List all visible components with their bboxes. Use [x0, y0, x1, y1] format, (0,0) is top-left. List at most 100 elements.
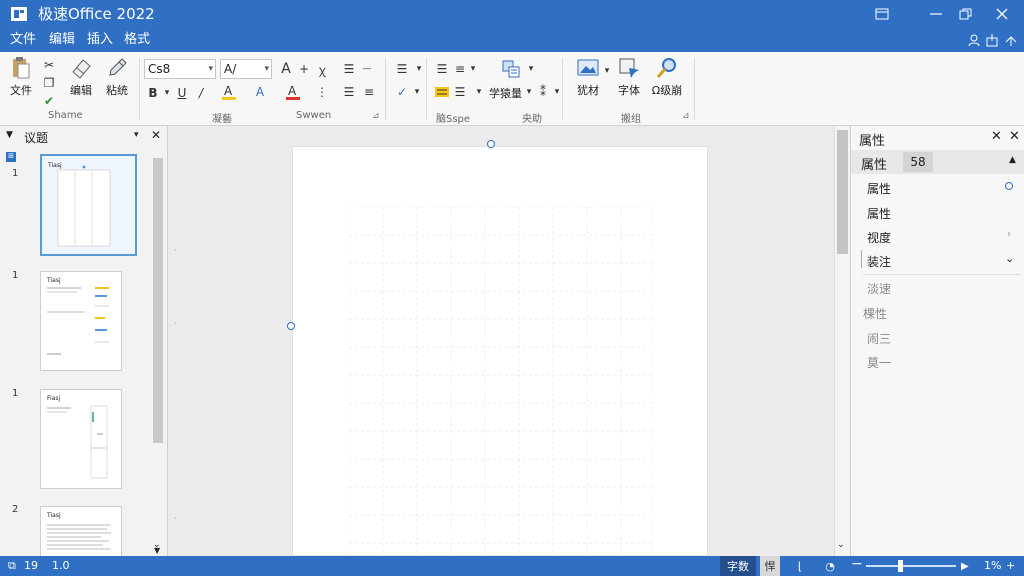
property-row[interactable]: 视度 [867, 229, 891, 246]
comment-button[interactable] [1002, 31, 1020, 49]
highlight-button[interactable]: A [220, 83, 238, 101]
zoom-in-icon[interactable]: ▶ [961, 560, 969, 574]
replace-icon: ⁑ [540, 85, 546, 99]
collapse-ribbon-icon [1005, 36, 1017, 46]
share-icon [986, 34, 998, 47]
word-count: 1.0 [52, 559, 70, 572]
property-row-disabled: 莫一 [867, 356, 892, 370]
arrange-label[interactable]: 学猿量 [489, 85, 522, 101]
font-color-button[interactable]: A [284, 83, 302, 101]
shape-outline-dropdown[interactable]: ▾ [470, 83, 488, 101]
italic-button[interactable]: / [192, 84, 210, 102]
web-layout-button[interactable]: ◔ [820, 556, 840, 576]
cut-button[interactable]: ✂ [40, 56, 58, 74]
shape-outline-button[interactable]: ☰ [451, 83, 469, 101]
close-button[interactable] [980, 0, 1024, 28]
left-resize-handle[interactable] [287, 322, 295, 330]
font-button[interactable]: 字体 [614, 56, 644, 108]
font-name-select[interactable]: Cs8 ▾ [144, 59, 216, 79]
menu-insert[interactable]: 插入 [85, 31, 115, 49]
scrollbar-thumb[interactable] [837, 130, 848, 254]
left-panel-scrollbar[interactable]: ▼ [152, 148, 164, 556]
clear-format-button[interactable]: ⋮ [313, 83, 331, 101]
document-page[interactable] [292, 146, 708, 557]
canvas-scrollbar[interactable]: ⌄ [834, 126, 850, 556]
file-button[interactable]: 文件 [6, 56, 36, 108]
material-button-label: 犹材 [577, 84, 599, 97]
size-box[interactable]: 58 [903, 152, 933, 172]
zoom-slider-thumb[interactable] [898, 560, 903, 572]
close-icon[interactable]: ✕ [1009, 129, 1020, 144]
property-row[interactable]: 属性 [867, 180, 891, 197]
thumb-number: 1 [12, 388, 19, 399]
close-icon[interactable]: ✕ [991, 129, 1002, 144]
slide-thumb-3[interactable]: Fiasj [40, 389, 122, 489]
shrink-font-button[interactable]: ꭓ [313, 60, 331, 78]
replace-dropdown[interactable]: ▾ [548, 83, 566, 101]
zoom-slider-track[interactable] [866, 565, 956, 567]
word-count-button[interactable]: 字数 [720, 556, 756, 576]
fit-width-icon[interactable]: + [1006, 559, 1015, 573]
find-button[interactable]: Ω级崩 [646, 56, 688, 108]
scrollbar-thumb[interactable] [153, 158, 163, 443]
status-bar: ⧉ 19 1.0 字数 悍 ⌊ ◔ − ▶ 1% + [0, 556, 1024, 576]
text-direction-dropdown[interactable]: ▾ [464, 60, 482, 78]
panel-options-icon[interactable]: ▾ [134, 130, 139, 140]
document-canvas[interactable]: · · · [168, 126, 834, 557]
shape-fill-dropdown[interactable]: ▾ [408, 83, 426, 101]
slide-thumbnail-panel: ▼ 议题 ▾ ✕ ⊞ 1 Tiasj 1 Tiasj 1 Fiasj 2 Tia… [0, 126, 168, 556]
grow-font-icon: A [281, 61, 291, 77]
bullets-button[interactable]: ☰ [340, 60, 358, 78]
shape-highlight-button[interactable] [433, 83, 451, 101]
thumb-number: 1 [12, 270, 19, 281]
font-color-blue-button[interactable]: A [251, 83, 269, 101]
menu-edit[interactable]: 编辑 [47, 31, 77, 49]
user-button[interactable] [965, 31, 983, 49]
print-layout-button[interactable]: ⌊ [790, 556, 810, 576]
close-icon[interactable]: ✕ [151, 128, 161, 142]
slide-thumb-2[interactable]: Tiasj [40, 271, 122, 371]
menu-file[interactable]: 文件 [8, 31, 38, 49]
arrange-dropdown[interactable]: ▾ [522, 60, 540, 78]
chevron-down-icon[interactable]: ⌄ [1005, 252, 1014, 265]
property-row[interactable]: 装注 [867, 253, 891, 270]
bullets-dropdown[interactable]: — [358, 60, 376, 78]
font-size-select[interactable]: A/ ▾ [220, 59, 272, 79]
edit-button[interactable]: 编辑 [66, 56, 96, 108]
justify-button[interactable]: ≡ [360, 83, 378, 101]
slide-thumb-4[interactable]: Tiasj [40, 506, 122, 556]
arrange-button[interactable] [500, 58, 522, 80]
chevron-right-icon[interactable]: › [1007, 229, 1011, 240]
paste-button[interactable]: 粘统 [101, 56, 133, 108]
ribbon-display-button[interactable] [860, 0, 904, 28]
menu-format[interactable]: 格式 [122, 31, 152, 49]
close-icon [996, 8, 1008, 20]
collapse-arrow-icon[interactable]: ▼ [6, 130, 13, 140]
columns-button[interactable]: ☰ [433, 60, 451, 78]
scroll-down-arrow-icon[interactable]: ⌄ [837, 540, 845, 550]
collapse-up-icon[interactable]: ▲ [1009, 155, 1016, 165]
copy-button[interactable]: ❐ [40, 74, 58, 92]
underline-icon: U [177, 86, 187, 100]
scroll-end-icon[interactable]: ⌄ [153, 540, 161, 550]
find-button-label: Ω级崩 [651, 84, 683, 97]
zoom-out-button[interactable]: − [851, 557, 863, 571]
read-mode-button[interactable]: 悍 [760, 556, 780, 576]
chevron-down-icon: — [362, 64, 372, 74]
paragraph-launcher-icon[interactable]: ⊿ [372, 111, 380, 121]
font-size-value: A/ [224, 62, 237, 76]
underline-button[interactable]: U [173, 84, 191, 102]
align-left-button[interactable]: ☰ [340, 83, 358, 101]
radio-icon[interactable] [1005, 182, 1013, 190]
property-row[interactable]: 属性 [867, 205, 891, 222]
increase-button[interactable]: + [295, 60, 313, 78]
line-spacing-button[interactable]: ☰ [393, 60, 411, 78]
grow-font-button[interactable]: A [277, 60, 295, 78]
slide-thumb-1[interactable]: Tiasj [40, 154, 137, 256]
insert-launcher-icon[interactable]: ⊿ [682, 111, 690, 121]
thumb-page-lines [47, 405, 108, 479]
share-button[interactable] [983, 31, 1001, 49]
format-painter-button[interactable]: ✔ [40, 92, 58, 110]
slide-view-icon[interactable]: ⊞ [6, 152, 16, 162]
top-resize-handle[interactable] [487, 140, 495, 148]
